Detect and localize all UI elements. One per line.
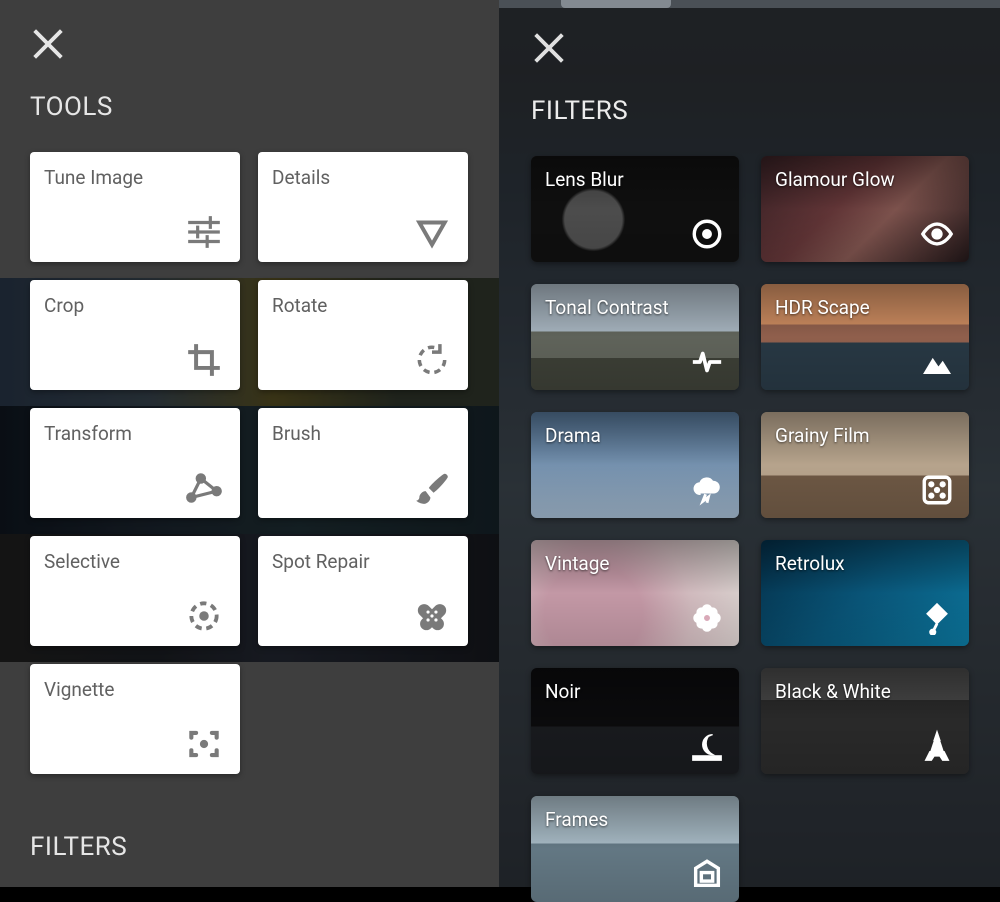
filters-screen: FILTERS Lens Blur Glamour Glow Tonal Con…: [499, 0, 1000, 887]
filter-label: Tonal Contrast: [545, 296, 669, 319]
tools-screen: TOOLS Tune Image Details Crop Rotate: [0, 0, 499, 887]
filter-label: Grainy Film: [775, 424, 870, 447]
storm-cloud-icon: [687, 470, 727, 510]
rotate-icon: [410, 338, 454, 382]
filter-tonal-contrast[interactable]: Tonal Contrast: [531, 284, 739, 390]
eye-icon: [917, 214, 957, 254]
tool-rotate[interactable]: Rotate: [258, 280, 468, 390]
aperture-dot-icon: [687, 214, 727, 254]
filter-label: Black & White: [775, 680, 891, 703]
close-icon: [529, 28, 569, 68]
tool-details[interactable]: Details: [258, 152, 468, 262]
tool-tune-image[interactable]: Tune Image: [30, 152, 240, 262]
filters-section-title: FILTERS: [531, 96, 628, 126]
filter-black-white[interactable]: Black & White: [761, 668, 969, 774]
filter-noir[interactable]: Noir: [531, 668, 739, 774]
tools-section-title: TOOLS: [30, 92, 113, 122]
tool-brush[interactable]: Brush: [258, 408, 468, 518]
filter-vintage[interactable]: Vintage: [531, 540, 739, 646]
filter-hdr-scape[interactable]: HDR Scape: [761, 284, 969, 390]
filter-lens-blur[interactable]: Lens Blur: [531, 156, 739, 262]
filter-drama[interactable]: Drama: [531, 412, 739, 518]
eiffel-icon: [917, 726, 957, 766]
filter-retrolux[interactable]: Retrolux: [761, 540, 969, 646]
tool-label: Rotate: [272, 294, 327, 317]
sliders-icon: [182, 210, 226, 254]
filter-label: Vintage: [545, 552, 610, 575]
target-dashed-icon: [182, 594, 226, 638]
status-bar-notch: [561, 0, 671, 8]
filter-label: Drama: [545, 424, 601, 447]
filter-label: Glamour Glow: [775, 168, 895, 191]
tool-label: Details: [272, 166, 330, 189]
tool-spot-repair[interactable]: Spot Repair: [258, 536, 468, 646]
tool-transform[interactable]: Transform: [30, 408, 240, 518]
filter-label: Noir: [545, 680, 580, 703]
triangle-down-icon: [410, 210, 454, 254]
flower-icon: [687, 598, 727, 638]
close-icon: [28, 24, 68, 64]
close-button[interactable]: [529, 28, 569, 68]
tool-label: Tune Image: [44, 166, 143, 189]
filters-section-title: FILTERS: [30, 832, 127, 862]
dice-icon: [917, 470, 957, 510]
bandage-icon: [410, 594, 454, 638]
filter-grainy-film[interactable]: Grainy Film: [761, 412, 969, 518]
filter-frames[interactable]: Frames: [531, 796, 739, 902]
moon-horizon-icon: [687, 726, 727, 766]
filter-label: HDR Scape: [775, 296, 870, 319]
tool-selective[interactable]: Selective: [30, 536, 240, 646]
brush-icon: [410, 466, 454, 510]
filter-label: Frames: [545, 808, 608, 831]
kite-icon: [917, 598, 957, 638]
frame-icon: [687, 854, 727, 894]
close-button[interactable]: [28, 24, 68, 64]
tool-label: Spot Repair: [272, 550, 370, 573]
filter-label: Retrolux: [775, 552, 845, 575]
filters-grid: Lens Blur Glamour Glow Tonal Contrast HD…: [531, 156, 969, 902]
tool-label: Selective: [44, 550, 120, 573]
tool-label: Vignette: [44, 678, 114, 701]
tool-crop[interactable]: Crop: [30, 280, 240, 390]
tool-label: Brush: [272, 422, 321, 445]
filter-label: Lens Blur: [545, 168, 624, 191]
tool-label: Crop: [44, 294, 84, 317]
tools-grid: Tune Image Details Crop Rotate: [30, 152, 468, 774]
filter-glamour-glow[interactable]: Glamour Glow: [761, 156, 969, 262]
mountains-icon: [917, 342, 957, 382]
focus-square-icon: [182, 722, 226, 766]
transform-icon: [182, 466, 226, 510]
pulse-icon: [687, 342, 727, 382]
tool-label: Transform: [44, 422, 132, 445]
tool-vignette[interactable]: Vignette: [30, 664, 240, 774]
crop-icon: [182, 338, 226, 382]
